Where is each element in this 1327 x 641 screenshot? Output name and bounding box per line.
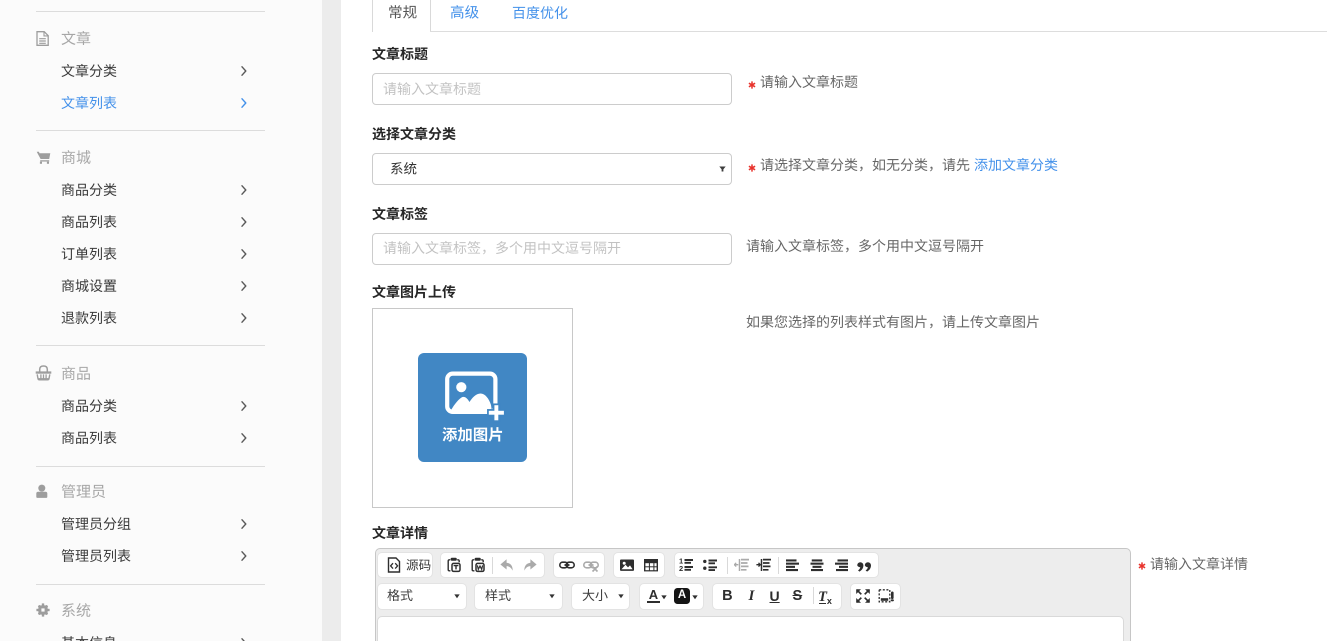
svg-text:2: 2 xyxy=(679,564,683,573)
